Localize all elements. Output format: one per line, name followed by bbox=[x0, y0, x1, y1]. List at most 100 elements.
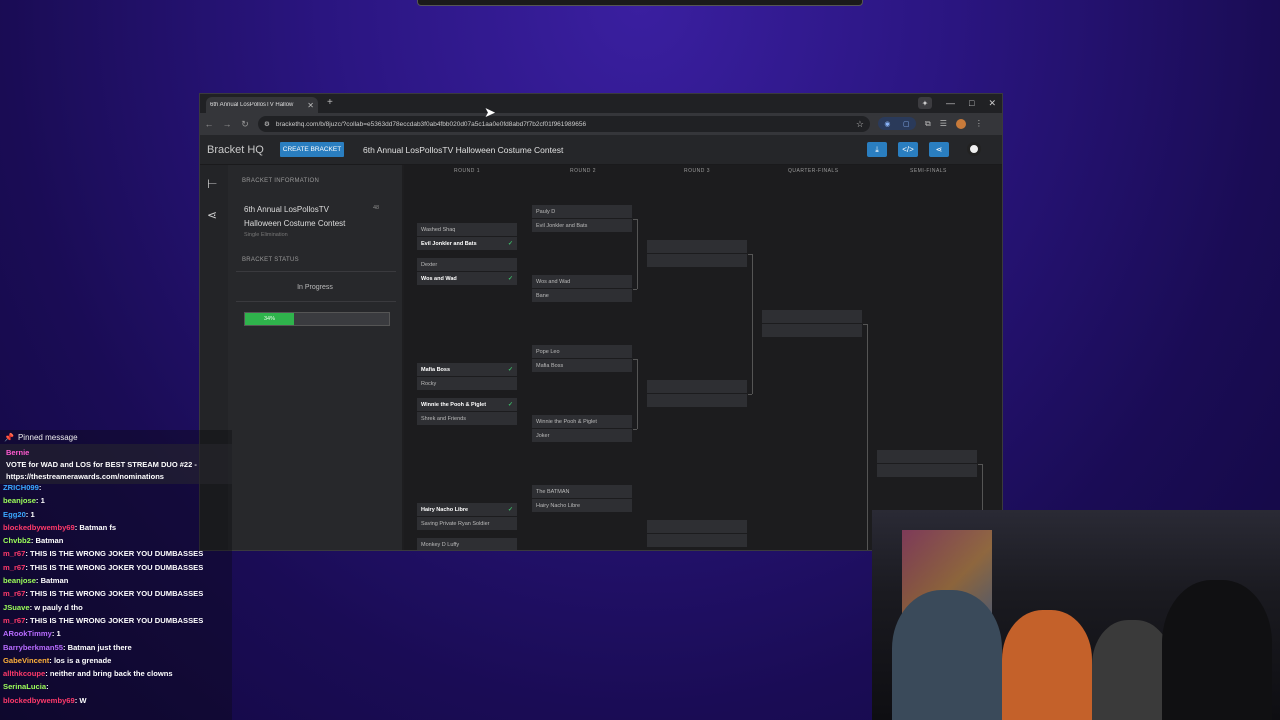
chat-message: Egg20: 1 bbox=[3, 508, 203, 521]
match-card[interactable] bbox=[762, 310, 862, 338]
new-tab-icon[interactable]: + bbox=[327, 97, 333, 108]
forward-icon[interactable]: → bbox=[218, 119, 236, 129]
user-avatar[interactable] bbox=[967, 142, 981, 156]
team-slot[interactable] bbox=[647, 394, 747, 408]
url-field[interactable]: ⚙ brackethq.com/b/8juzc/?collab=e5363dd7… bbox=[258, 116, 870, 132]
bracket-canvas: ROUND 1 ROUND 2 ROUND 3 QUARTER-FINALS S… bbox=[404, 165, 1002, 550]
team-slot[interactable]: The BATMAN bbox=[532, 485, 632, 499]
share-rail-icon[interactable]: ⋖ bbox=[207, 208, 217, 222]
chat-text: 1 bbox=[30, 509, 35, 519]
team-slot[interactable]: Pope Leo bbox=[532, 345, 632, 359]
match-card[interactable]: Winnie the Pooh & Piglet Joker bbox=[532, 415, 632, 443]
match-card[interactable]: The BATMAN Hairy Nacho Libre bbox=[532, 485, 632, 513]
team-slot[interactable] bbox=[762, 310, 862, 324]
chat-username[interactable]: allthkcoupe bbox=[3, 669, 45, 678]
menu-icon[interactable]: ⋮ bbox=[975, 119, 983, 128]
download-icon[interactable]: ⤓ bbox=[867, 142, 887, 157]
team-slot[interactable] bbox=[647, 534, 747, 548]
chat-username[interactable]: ZRICH099 bbox=[3, 483, 39, 492]
chat-username[interactable]: JSuave bbox=[3, 603, 30, 612]
close-window-icon[interactable]: ✕ bbox=[988, 98, 996, 109]
team-slot[interactable] bbox=[647, 520, 747, 534]
chat-username[interactable]: m_r67 bbox=[3, 563, 25, 572]
match-card[interactable]: Mafia Boss ✓ Rocky bbox=[417, 363, 517, 391]
cast-icon[interactable]: ⧉ bbox=[925, 119, 931, 129]
extension-icon[interactable]: ✦ bbox=[918, 97, 933, 109]
reload-icon[interactable]: ↻ bbox=[236, 119, 254, 130]
team-slot[interactable]: Hairy Nacho Libre bbox=[532, 499, 632, 513]
share-icon[interactable]: ⋖ bbox=[929, 142, 949, 157]
chat-username[interactable]: blockedbywemby69 bbox=[3, 696, 75, 705]
maximize-icon[interactable]: □ bbox=[969, 98, 974, 108]
team-slot[interactable]: Saving Private Ryan Soldier bbox=[417, 517, 517, 531]
embed-code-icon[interactable]: </> bbox=[898, 142, 918, 157]
chat-text: Batman bbox=[35, 536, 64, 546]
chat-username[interactable]: SerinaLucia bbox=[3, 682, 46, 691]
match-card[interactable]: Pope Leo Mafia Boss bbox=[532, 345, 632, 373]
team-slot[interactable]: Evil Jonkler and Bats ✓ bbox=[417, 237, 517, 251]
media-pill-icon[interactable]: ◉ ▢ bbox=[878, 117, 916, 130]
match-card[interactable]: Pauly D Evil Jonkler and Bats bbox=[532, 205, 632, 233]
browser-window: 6th Annual LosPollosTV Hallow ✕ + ✦ — □ … bbox=[199, 93, 1003, 551]
team-slot[interactable]: Evil Jonkler and Bats bbox=[532, 219, 632, 233]
team-slot[interactable] bbox=[877, 464, 977, 478]
top-overlay-strip bbox=[417, 0, 863, 6]
match-card[interactable] bbox=[647, 240, 747, 268]
team-slot[interactable]: Mafia Boss bbox=[532, 359, 632, 373]
bracket-icon[interactable]: ⊢ bbox=[207, 177, 217, 191]
team-slot[interactable] bbox=[877, 450, 977, 464]
team-slot[interactable]: Bane bbox=[532, 289, 632, 303]
team-slot[interactable]: Shrek and Friends bbox=[417, 412, 517, 426]
chat-text: 1 bbox=[40, 496, 45, 506]
match-card[interactable] bbox=[647, 520, 747, 548]
team-slot[interactable]: Rocky bbox=[417, 377, 517, 391]
team-slot[interactable]: Washed Shaq bbox=[417, 223, 517, 237]
chat-username[interactable]: ARookTimmy bbox=[3, 629, 52, 638]
match-card[interactable]: Monkey D Luffy bbox=[417, 538, 517, 550]
team-slot[interactable] bbox=[647, 380, 747, 394]
team-slot[interactable]: Mafia Boss ✓ bbox=[417, 363, 517, 377]
chat-username[interactable]: beanjose bbox=[3, 576, 36, 585]
team-slot[interactable] bbox=[647, 254, 747, 268]
chat-username[interactable]: beanjose bbox=[3, 496, 36, 505]
tab-bar: 6th Annual LosPollosTV Hallow ✕ + ✦ — □ … bbox=[200, 94, 1002, 113]
team-slot[interactable]: Monkey D Luffy bbox=[417, 538, 517, 550]
chat-username[interactable]: Barryberkman55 bbox=[3, 643, 63, 652]
team-slot[interactable]: Wos and Wad ✓ bbox=[417, 272, 517, 286]
chat-username[interactable]: Chvbb2 bbox=[3, 536, 31, 545]
match-card[interactable]: Winnie the Pooh & Piglet ✓ Shrek and Frien… bbox=[417, 398, 517, 426]
team-slot[interactable]: Dexter bbox=[417, 258, 517, 272]
back-icon[interactable]: ← bbox=[200, 119, 218, 129]
app-logo[interactable]: Bracket HQ bbox=[207, 144, 264, 156]
browser-tab[interactable]: 6th Annual LosPollosTV Hallow ✕ bbox=[206, 97, 318, 113]
match-card[interactable] bbox=[877, 450, 977, 478]
site-info-icon[interactable]: ⚙ bbox=[264, 120, 270, 128]
match-card[interactable]: Hairy Nacho Libre ✓ Saving Private Ryan So… bbox=[417, 503, 517, 531]
minimize-icon[interactable]: — bbox=[946, 98, 955, 108]
divider bbox=[236, 271, 396, 272]
team-slot[interactable]: Hairy Nacho Libre ✓ bbox=[417, 503, 517, 517]
match-card[interactable]: Dexter Wos and Wad ✓ bbox=[417, 258, 517, 286]
team-slot[interactable]: Winnie the Pooh & Piglet ✓ bbox=[417, 398, 517, 412]
match-card[interactable] bbox=[647, 380, 747, 408]
team-slot[interactable]: Wos and Wad bbox=[532, 275, 632, 289]
match-card[interactable]: Wos and Wad Bane bbox=[532, 275, 632, 303]
tab-close-icon[interactable]: ✕ bbox=[307, 101, 314, 110]
chat-username[interactable]: GabeVincent bbox=[3, 656, 49, 665]
team-slot[interactable]: Winnie the Pooh & Piglet bbox=[532, 415, 632, 429]
team-name: Pauly D bbox=[536, 208, 556, 215]
extensions-icon[interactable]: ☰ bbox=[940, 119, 947, 128]
match-card[interactable]: Washed Shaq Evil Jonkler and Bats ✓ bbox=[417, 223, 517, 251]
team-slot[interactable]: Pauly D bbox=[532, 205, 632, 219]
chat-username[interactable]: blockedbywemby69 bbox=[3, 523, 75, 532]
profile-icon[interactable] bbox=[955, 118, 966, 129]
chat-username[interactable]: m_r67 bbox=[3, 549, 25, 558]
team-slot[interactable] bbox=[762, 324, 862, 338]
bookmark-star-icon[interactable]: ☆ bbox=[856, 119, 864, 130]
chat-username[interactable]: m_r67 bbox=[3, 616, 25, 625]
chat-username[interactable]: Egg20 bbox=[3, 510, 26, 519]
chat-username[interactable]: m_r67 bbox=[3, 589, 25, 598]
team-slot[interactable]: Joker bbox=[532, 429, 632, 443]
create-bracket-button[interactable]: CREATE BRACKET bbox=[280, 142, 344, 157]
team-slot[interactable] bbox=[647, 240, 747, 254]
